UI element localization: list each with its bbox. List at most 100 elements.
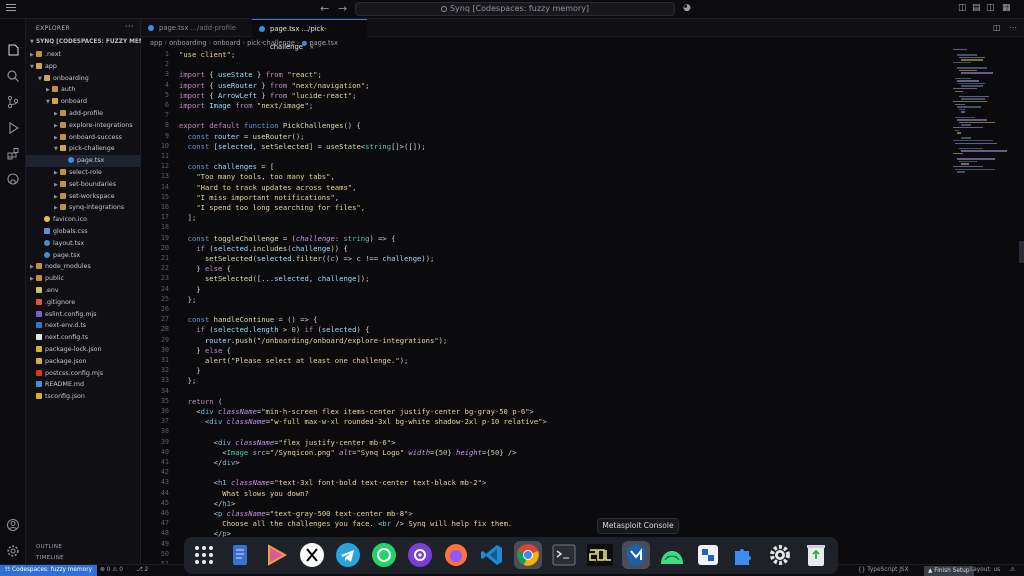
tab-page-pick-challenge[interactable]: page.tsx .../pick-challenge × [252,19,367,51]
explorer-icon[interactable] [6,42,20,56]
keyboard-layout[interactable]: Layout: us [970,565,1000,576]
toggle-panel-icon[interactable]: ▤ [972,3,981,13]
folder-item[interactable]: ▶ select-role [26,167,141,179]
line-number: 41 [160,458,169,466]
tab-page-add-profile[interactable]: page.tsx .../add-profile [141,19,252,37]
firefox-icon[interactable] [442,541,470,569]
folder-item[interactable]: ▶ explore-integrations [26,120,141,132]
file-item[interactable]: .env [26,285,141,297]
notes-icon[interactable] [226,541,254,569]
extensions-icon[interactable] [6,146,20,160]
toggle-secondary-sidebar-icon[interactable]: ◫ [986,3,995,13]
back-arrow-icon[interactable]: ← [320,2,329,15]
folder-item[interactable]: ▼ onboard [26,96,141,108]
github-icon[interactable] [6,171,20,185]
scrollbar[interactable] [1019,241,1024,263]
tree-item-label: set-workspace [69,192,115,200]
forward-arrow-icon[interactable]: → [338,2,347,15]
file-item[interactable]: next-env.d.ts [26,320,141,332]
folder-item[interactable]: ▶ set-boundaries [26,179,141,191]
file-item[interactable]: tsconfig.json [26,391,141,403]
workspace-root[interactable]: ▼ SYNQ [CODESPACES: FUZZY MEMO... [26,37,156,49]
minimap-line [955,129,959,131]
tree-item-label: page.tsx [53,251,81,259]
metasploit-icon[interactable] [622,541,650,569]
x-icon[interactable] [298,541,326,569]
folder-item[interactable]: ▶ .next [26,49,141,61]
react-file-icon: ● [301,39,308,47]
customize-layout-icon[interactable]: ▦ [1002,3,1011,13]
timeline-section[interactable]: TIMELINE [36,555,64,561]
manage-gear-icon[interactable] [6,543,20,557]
tree-item-label: .next [45,51,61,58]
app-grid-icon[interactable] [190,541,218,569]
remote-indicator[interactable]: ☷ Codespaces: fuzzy memory [0,565,98,576]
minimap[interactable] [953,49,1009,189]
minimap-line [961,59,983,61]
whatsapp-icon[interactable] [370,541,398,569]
windows-app-icon[interactable] [694,541,722,569]
android-studio-icon[interactable] [658,541,686,569]
file-item[interactable]: favicon.ico [26,214,141,226]
vscode-icon[interactable] [478,541,506,569]
folder-item[interactable]: ▶ auth [26,84,141,96]
minimap-line [953,166,983,168]
ports-indicator[interactable]: ⎇ 2 [136,565,148,576]
file-item[interactable]: layout.tsx [26,238,141,250]
tree-item-label: node_modules [45,263,91,271]
more-actions-icon[interactable]: ⋯ [1009,23,1017,32]
minimap-line [955,103,965,105]
menu-icon[interactable] [6,4,16,14]
folder-item[interactable]: ▶ synq-integrations [26,202,141,214]
chrome-icon[interactable] [514,541,542,569]
folder-item[interactable]: ▼ app [26,61,141,73]
extensions-icon[interactable] [730,541,758,569]
file-item[interactable]: package-lock.json [26,344,141,356]
folder-item[interactable]: ▶ node_modules [26,261,141,273]
minimap-line [959,95,989,98]
folder-item[interactable]: ▼ pick-challenge [26,143,141,155]
copilot-icon[interactable]: ◕ [683,3,691,13]
folder-item[interactable]: ▶ public [26,273,141,285]
folder-icon [60,169,66,175]
minimap-line [957,80,979,82]
folder-item[interactable]: ▼ onboarding [26,73,141,85]
run-debug-icon[interactable] [6,120,20,134]
language-mode[interactable]: {} TypeScript JSX [858,565,909,576]
command-center-search[interactable]: Synq [Codespaces: fuzzy memory] [355,2,675,16]
telegram-icon[interactable] [334,541,362,569]
folder-item[interactable]: ▶ add-profile [26,108,141,120]
minimap-line [959,82,985,85]
folder-item[interactable]: ▶ set-workspace [26,191,141,203]
search-icon[interactable] [6,68,20,82]
line-number: 37 [160,417,169,426]
problems-indicator[interactable]: ⊗ 0 ⚠ 0 [100,565,123,576]
folder-item[interactable]: ▶ onboard-success [26,132,141,144]
file-item[interactable]: next.config.ts [26,332,141,344]
toggle-sidebar-icon[interactable]: ◫ [958,3,967,13]
file-item[interactable]: globals.css [26,226,141,238]
source-control-icon[interactable] [6,94,20,109]
minimap-line [957,54,977,56]
tsx-file-icon [44,239,50,246]
media-player-icon[interactable] [262,541,290,569]
file-item[interactable]: README.md [26,379,141,391]
finish-setup-button[interactable]: ▲ Finish Setup [924,566,974,576]
split-editor-icon[interactable]: ◫ [993,23,1001,32]
file-item[interactable]: postcss.config.mjs [26,368,141,380]
account-icon[interactable] [6,517,20,531]
file-item[interactable]: package.json [26,356,141,368]
file-item[interactable]: .gitignore [26,297,141,309]
file-item[interactable]: page.tsx [26,155,141,167]
sql-tool-icon[interactable] [586,541,614,569]
file-item[interactable]: page.tsx [26,250,141,262]
more-actions-icon[interactable]: ⋯ [125,22,134,32]
line-number: 10 [160,141,169,150]
podcasts-icon[interactable] [406,541,434,569]
outline-section[interactable]: OUTLINE [36,544,62,550]
recycle-bin-icon[interactable] [802,541,830,569]
file-item[interactable]: eslint.config.mjs [26,309,141,321]
terminal-icon[interactable] [550,541,578,569]
notifications-bell-icon[interactable]: ⚠ [1010,565,1015,576]
settings-gear-icon[interactable] [766,541,794,569]
